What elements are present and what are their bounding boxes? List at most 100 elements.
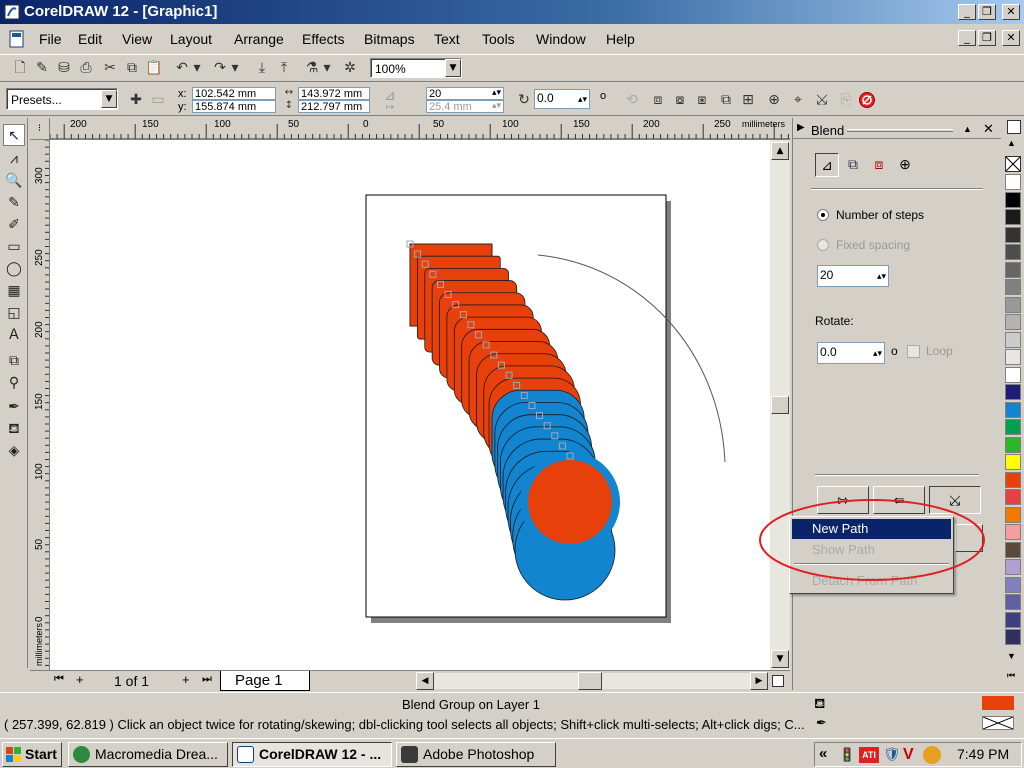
drawing-canvas[interactable]	[50, 140, 770, 670]
text-tool-icon[interactable]: Ａ	[3, 324, 25, 346]
misc-blend-options-icon[interactable]: ⊕	[764, 90, 784, 110]
open-icon[interactable]: ✎	[32, 58, 52, 78]
copy-blend-properties-icon[interactable]: ⎘	[836, 90, 856, 110]
fill-tool-icon[interactable]: ⛾	[3, 418, 25, 440]
shield-icon[interactable]: 🛡	[883, 746, 901, 764]
docker-grip[interactable]	[847, 129, 953, 132]
palette-swatch[interactable]	[1005, 524, 1021, 540]
doc-restore-button[interactable]: ❐	[978, 30, 996, 46]
blend-color-tab-icon[interactable]: ⧈	[867, 153, 891, 177]
palette-swatch[interactable]	[1005, 401, 1021, 418]
outline-tool-icon[interactable]: ✒	[3, 396, 25, 418]
traffic-light-icon[interactable]: 🚦	[839, 747, 855, 763]
accelerate-sizes-icon[interactable]: ⊞	[738, 90, 758, 110]
blend-spacing-field[interactable]: 25.4 mm ▴▾	[426, 100, 504, 113]
task-photoshop[interactable]: Adobe Photoshop	[396, 742, 556, 767]
presets-combo[interactable]: Presets... ▼	[6, 88, 118, 110]
freehand-tool-icon[interactable]: ✎	[3, 192, 25, 214]
menu-edit[interactable]: Edit	[78, 31, 102, 47]
palette-swatch[interactable]	[1005, 594, 1021, 610]
palette-swatch[interactable]	[1005, 611, 1021, 628]
vertical-scroll-thumb[interactable]	[771, 396, 789, 414]
undo-dropdown-icon[interactable]: ▾	[192, 58, 202, 78]
save-icon[interactable]: ⛁	[54, 58, 74, 78]
shape-tool-icon[interactable]: ⩘	[3, 148, 25, 170]
direct-blend-icon[interactable]: ⧈	[648, 90, 668, 110]
launcher-dropdown-icon[interactable]: ▾	[322, 58, 332, 78]
scroll-left-icon[interactable]: ◀	[416, 672, 434, 690]
eyedropper-tool-icon[interactable]: ⚲	[3, 372, 25, 394]
remove-preset-icon[interactable]: ▭	[148, 90, 168, 110]
palette-swatch[interactable]	[1005, 279, 1021, 295]
application-launcher-icon[interactable]: ⚗	[302, 58, 322, 78]
graph-paper-tool-icon[interactable]: ▦	[3, 280, 25, 302]
docker-collapse-icon[interactable]: ▶	[797, 122, 805, 133]
menu-tools[interactable]: Tools	[482, 31, 515, 47]
horizontal-ruler[interactable]: 200 150 100 50 0 50 100 150 200 250 mill…	[50, 118, 790, 140]
interactive-blend-tool-icon[interactable]: ⧉	[3, 350, 25, 372]
interactive-fill-tool-icon[interactable]: ◈	[3, 440, 25, 462]
menu-layout[interactable]: Layout	[170, 31, 212, 47]
docker-rotate-field[interactable]: 0.0 ▴▾	[817, 342, 885, 364]
palette-swatch[interactable]	[1005, 541, 1021, 558]
task-dreamweaver[interactable]: Macromedia Drea...	[68, 742, 228, 767]
paste-icon[interactable]: 📋	[144, 58, 164, 78]
task-coreldraw[interactable]: CorelDRAW 12 - ...	[232, 742, 392, 767]
blend-spacing-mode-icon[interactable]: ↦	[380, 98, 400, 118]
scroll-up-icon[interactable]: ▲	[771, 142, 789, 160]
palette-swatch[interactable]	[1005, 559, 1021, 575]
palette-scroll-down-icon[interactable]: ▼	[1007, 651, 1016, 661]
print-icon[interactable]: ⎙	[76, 58, 96, 78]
number-of-steps-radio[interactable]	[817, 209, 829, 221]
add-page-after-icon[interactable]: +	[182, 672, 190, 687]
menu-effects[interactable]: Effects	[302, 31, 345, 47]
coreldraw-app-icon[interactable]	[4, 4, 20, 20]
smart-fill-tool-icon[interactable]: ✐	[3, 214, 25, 236]
ellipse-tool-icon[interactable]: ◯	[3, 258, 25, 280]
doc-close-button[interactable]: ✕	[1002, 30, 1020, 46]
page-tab-1[interactable]: Page 1	[220, 671, 310, 691]
blend-direction-spinner-icon[interactable]: ▴▾	[578, 91, 587, 108]
cut-icon[interactable]: ✂	[100, 58, 120, 78]
minimize-button[interactable]: _	[958, 4, 976, 20]
antivirus-icon[interactable]: V	[903, 746, 919, 764]
menu-text[interactable]: Text	[434, 31, 460, 47]
palette-swatch[interactable]	[1005, 576, 1021, 593]
palette-swatch[interactable]	[1005, 349, 1021, 365]
redo-icon[interactable]: ↷	[210, 58, 230, 78]
start-end-properties-icon[interactable]: ⌖	[788, 90, 808, 110]
object-color-acceleration-icon[interactable]: ⧉	[716, 90, 736, 110]
first-page-icon[interactable]: ⏮	[54, 673, 64, 686]
ati-icon[interactable]: ATI	[859, 747, 879, 763]
blend-misc-tab-icon[interactable]: ⊕	[893, 153, 917, 177]
palette-swatch[interactable]	[1005, 174, 1021, 190]
zoom-level-combo[interactable]: 100% ▼	[370, 58, 462, 78]
navigator-icon[interactable]	[772, 675, 784, 687]
last-page-icon[interactable]: ⏭	[202, 673, 212, 686]
zoom-dropdown-icon[interactable]: ▼	[445, 59, 461, 77]
docker-close-icon[interactable]: ✕	[983, 121, 994, 137]
redo-dropdown-icon[interactable]: ▾	[230, 58, 240, 78]
palette-swatch[interactable]	[1005, 261, 1021, 278]
export-icon[interactable]: ⤒	[274, 58, 294, 78]
palette-expand-icon[interactable]: ⏮	[1007, 670, 1015, 681]
corel-online-icon[interactable]: ✲	[340, 58, 360, 78]
undo-icon[interactable]: ↶	[172, 58, 192, 78]
palette-swatch[interactable]	[1005, 384, 1021, 400]
tray-expand-icon[interactable]: «	[819, 745, 827, 762]
menu-help[interactable]: Help	[606, 31, 635, 47]
menu-window[interactable]: Window	[536, 31, 586, 47]
start-button[interactable]: Start	[2, 742, 62, 767]
fill-color-swatch[interactable]	[982, 696, 1014, 710]
loop-checkbox[interactable]	[907, 345, 920, 358]
doc-minimize-button[interactable]: _	[958, 30, 976, 46]
palette-options-icon[interactable]	[1007, 120, 1021, 134]
ruler-origin-icon[interactable]: ⁝	[30, 118, 50, 140]
blend-steps-tab-icon[interactable]: ⊿	[815, 153, 839, 177]
blend-steps-spinner-icon[interactable]: ▴▾	[492, 86, 501, 98]
palette-swatch[interactable]	[1005, 244, 1021, 260]
end-circle[interactable]	[528, 460, 612, 544]
basic-shapes-tool-icon[interactable]: ◱	[3, 302, 25, 324]
palette-swatch[interactable]	[1005, 629, 1021, 645]
palette-swatch[interactable]	[1005, 471, 1021, 488]
